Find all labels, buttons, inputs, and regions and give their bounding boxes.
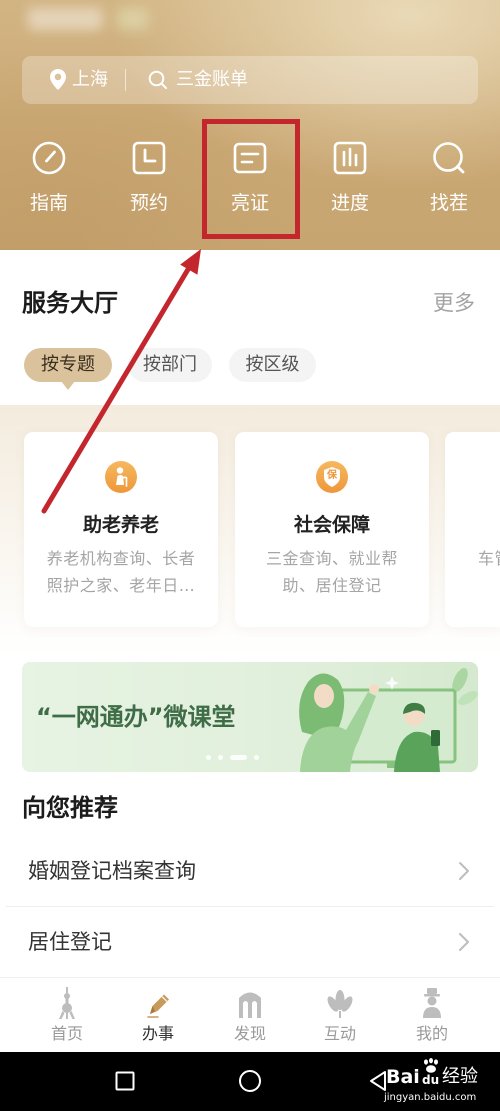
recent-apps-icon[interactable] bbox=[115, 1071, 135, 1091]
card-description-line: 养老机构查询、长者 bbox=[46, 549, 196, 568]
location-label[interactable]: 上海 bbox=[72, 68, 108, 92]
flower-icon bbox=[327, 990, 353, 1018]
service-hall-title: 服务大厅 bbox=[22, 289, 118, 317]
more-link[interactable]: 更多 bbox=[433, 289, 475, 317]
quick-action-label: 找茬 bbox=[429, 192, 468, 214]
banner-title: “一网通办”微课堂 bbox=[36, 703, 236, 731]
nav-discover[interactable]: 发现 bbox=[210, 977, 290, 1052]
quick-action-label: 亮证 bbox=[230, 192, 269, 214]
active-tab-pointer bbox=[61, 381, 75, 390]
appointment-clock-icon bbox=[132, 141, 166, 175]
quick-action-progress[interactable]: 进度 bbox=[305, 138, 395, 220]
nav-services[interactable]: 办事 bbox=[118, 977, 198, 1052]
nav-label: 发现 bbox=[233, 1024, 266, 1043]
quick-action-label: 预约 bbox=[129, 192, 168, 214]
watermark-brand-du: du bbox=[422, 1073, 440, 1087]
quick-action-show-id[interactable]: 亮证 bbox=[205, 138, 295, 220]
arch-building-icon bbox=[239, 992, 261, 1018]
service-card-social-security[interactable]: 保 社会保障 三金查询、就业帮 助、居住登记 bbox=[235, 432, 429, 627]
watermark-url: jingyan.baidu.com bbox=[384, 1092, 477, 1103]
app-screen: 上海 三金账单 指南 预约 亮证 进度 找茬 服务大厅 更多 按专题 按部门 按… bbox=[0, 0, 500, 1111]
chevron-right-icon bbox=[459, 862, 469, 880]
recommend-item-residence[interactable]: 居住登记 bbox=[0, 907, 500, 977]
card-description-line: 车管 bbox=[478, 549, 500, 568]
tab-by-district[interactable]: 按区级 bbox=[229, 348, 316, 382]
nav-profile[interactable]: 我的 bbox=[392, 977, 472, 1052]
banner-illustration bbox=[299, 667, 478, 772]
recommend-item-label: 居住登记 bbox=[28, 930, 112, 954]
gauge-icon bbox=[32, 141, 66, 175]
quick-action-label: 指南 bbox=[29, 192, 68, 214]
recommend-item-marriage-record[interactable]: 婚姻登记档案查询 bbox=[0, 836, 500, 906]
nav-interact[interactable]: 互动 bbox=[300, 977, 380, 1052]
nav-home[interactable]: 首页 bbox=[27, 977, 107, 1052]
search-placeholder[interactable]: 三金账单 bbox=[176, 68, 248, 92]
back-triangle-icon[interactable] bbox=[368, 1070, 388, 1092]
person-hat-icon bbox=[423, 988, 441, 1018]
search-divider bbox=[125, 69, 126, 91]
card-title: 助老养老 bbox=[82, 514, 159, 536]
elderly-care-icon bbox=[105, 461, 137, 493]
tab-by-topic[interactable]: 按专题 bbox=[24, 348, 112, 382]
service-card-partial[interactable]: 车管 bbox=[445, 432, 500, 627]
shield-icon-text: 保 bbox=[327, 470, 337, 481]
card-description-line: 助、居住登记 bbox=[282, 576, 382, 595]
nav-label: 我的 bbox=[415, 1024, 448, 1043]
nav-label: 互动 bbox=[323, 1024, 356, 1043]
search-icon bbox=[148, 70, 167, 89]
status-bar bbox=[28, 8, 148, 30]
pen-icon bbox=[147, 994, 169, 1018]
shield-icon: 保 bbox=[316, 461, 348, 493]
search-bar[interactable]: 上海 三金账单 bbox=[22, 56, 478, 104]
recommend-title: 向您推荐 bbox=[22, 794, 118, 822]
carousel-dot bbox=[254, 755, 259, 760]
id-card-icon bbox=[233, 142, 267, 174]
paw-logo-icon bbox=[424, 1058, 438, 1073]
card-title: 社会保障 bbox=[293, 514, 370, 536]
search-circle-icon bbox=[433, 142, 465, 174]
quick-action-find-issue[interactable]: 找茬 bbox=[404, 138, 494, 220]
carousel-dot bbox=[218, 755, 223, 760]
carousel-dot bbox=[206, 755, 211, 760]
quick-action-label: 进度 bbox=[330, 192, 369, 214]
watermark-brand-bai: Bai bbox=[386, 1066, 420, 1088]
quick-action-guide[interactable]: 指南 bbox=[4, 138, 94, 220]
card-description-line: 照护之家、老年日… bbox=[46, 576, 196, 595]
micro-classroom-banner[interactable]: “一网通办”微课堂 bbox=[22, 662, 478, 772]
home-circle-icon[interactable] bbox=[238, 1069, 262, 1093]
quick-action-appointment[interactable]: 预约 bbox=[104, 138, 194, 220]
annotation-arrow-head bbox=[180, 249, 201, 275]
nav-label: 首页 bbox=[50, 1024, 83, 1043]
watermark-brand-jingyan: 经验 bbox=[442, 1066, 478, 1087]
recommend-item-label: 婚姻登记档案查询 bbox=[28, 859, 196, 883]
tower-icon bbox=[59, 987, 75, 1019]
chevron-right-icon bbox=[459, 933, 469, 951]
location-pin-icon[interactable] bbox=[50, 69, 66, 90]
nav-label: 办事 bbox=[141, 1024, 174, 1043]
carousel-dot-active bbox=[230, 755, 247, 760]
card-description-line: 三金查询、就业帮 bbox=[265, 549, 398, 568]
bar-chart-icon bbox=[333, 141, 367, 175]
service-card-elderly[interactable]: 助老养老 养老机构查询、长者 照护之家、老年日… bbox=[24, 432, 218, 627]
tab-by-department[interactable]: 按部门 bbox=[128, 348, 212, 382]
